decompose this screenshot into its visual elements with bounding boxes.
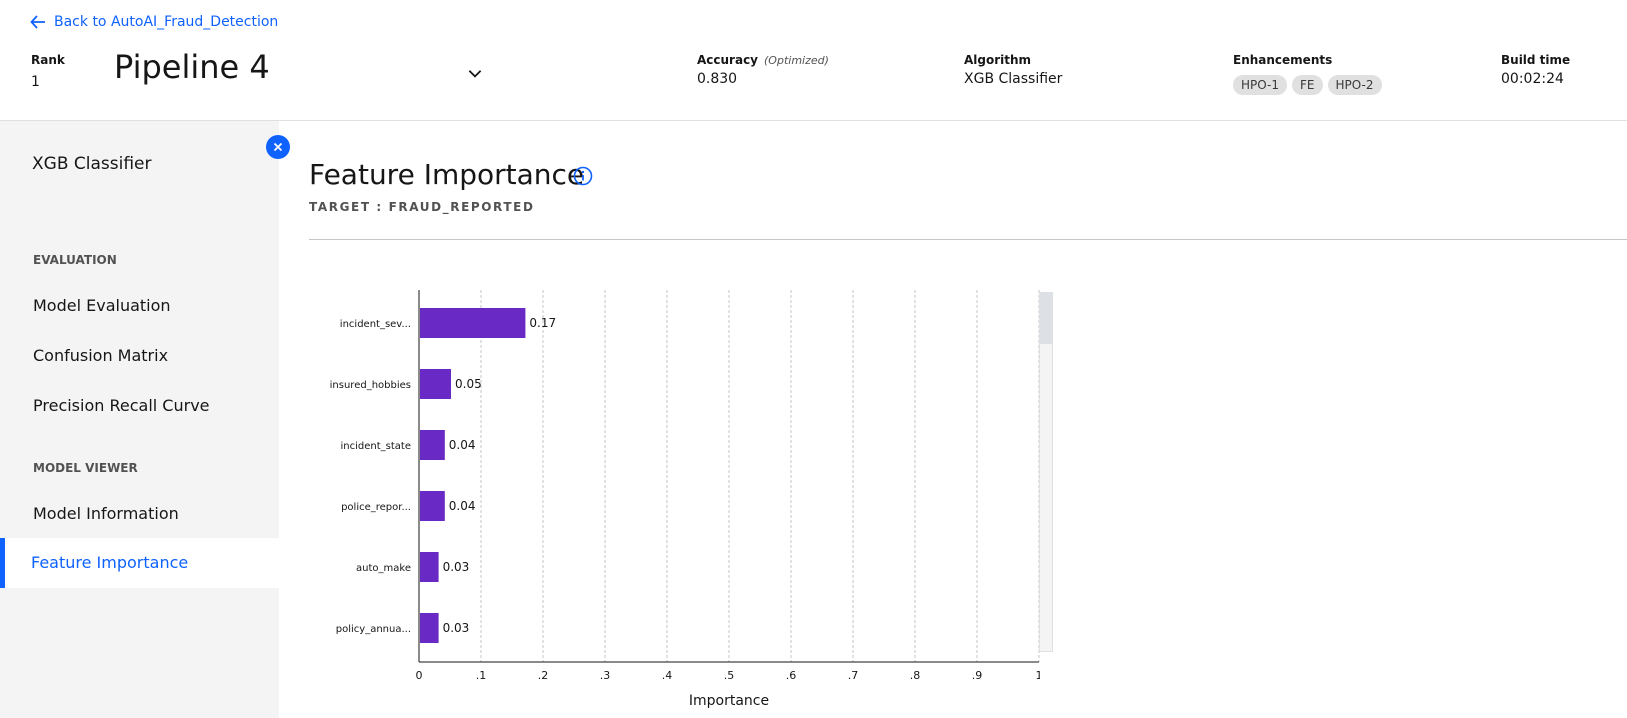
pipeline-name: Pipeline 4 [114, 48, 270, 86]
rank-value: 1 [31, 74, 40, 90]
chart-bar [420, 369, 451, 399]
info-icon[interactable] [573, 166, 593, 186]
chart-value-label: 0.17 [529, 316, 556, 330]
chart-value-label: 0.03 [443, 560, 470, 574]
chart-value-label: 0.05 [455, 377, 482, 391]
chart-category-label: incident_state [341, 441, 411, 452]
accuracy-label-text: Accuracy [697, 53, 759, 67]
chart-x-axis-title: Importance [689, 693, 769, 709]
accuracy-label: Accuracy (Optimized) [697, 53, 829, 67]
chart-x-tick-label: .6 [786, 669, 797, 682]
sidebar-item-precision-recall-curve[interactable]: Precision Recall Curve [33, 396, 210, 415]
close-icon [273, 142, 283, 152]
chart-value-label: 0.04 [449, 499, 476, 513]
chart-category-label: insured_hobbies [330, 380, 411, 391]
chart-category-label: policy_annua... [336, 624, 411, 635]
chart-bar [420, 552, 439, 582]
accuracy-optimized-note: (Optimized) [764, 54, 829, 67]
chevron-down-icon[interactable] [466, 64, 484, 82]
sidebar-item-feature-importance-label[interactable]: Feature Importance [31, 553, 188, 572]
sidebar-heading-evaluation: EVALUATION [33, 253, 117, 267]
rank-label: Rank [31, 53, 65, 67]
content-divider [309, 239, 1627, 240]
chart-x-tick-label: 1 [1036, 669, 1041, 682]
chart-bar [420, 613, 439, 643]
chart-x-tick-label: .2 [538, 669, 549, 682]
chart-scrollbar-thumb[interactable] [1039, 292, 1053, 344]
enhancement-tag: HPO-2 [1327, 75, 1382, 95]
sidebar [0, 121, 279, 718]
chart-x-tick-label: .1 [476, 669, 487, 682]
chart-x-tick-label: .9 [972, 669, 983, 682]
sidebar-title: XGB Classifier [32, 154, 152, 174]
chart-x-tick-label: 0 [416, 669, 423, 682]
algorithm-label: Algorithm [964, 53, 1032, 67]
build-time-value: 00:02:24 [1501, 71, 1564, 87]
back-link[interactable]: Back to AutoAI_Fraud_Detection [30, 10, 278, 34]
arrow-left-icon [30, 15, 45, 29]
enhancements-label: Enhancements [1233, 53, 1333, 67]
sidebar-item-confusion-matrix[interactable]: Confusion Matrix [33, 346, 168, 365]
chart-x-tick-label: .4 [662, 669, 673, 682]
enhancements-tags: HPO-1 FE HPO-2 [1233, 75, 1382, 95]
chart-x-tick-label: .7 [848, 669, 859, 682]
chart-x-tick-label: .8 [910, 669, 921, 682]
chart-bar [420, 308, 526, 338]
chart-x-tick-label: .3 [600, 669, 611, 682]
chart-category-label: police_repor... [341, 502, 411, 513]
chart-x-tick-label: .5 [724, 669, 735, 682]
sidebar-item-model-information[interactable]: Model Information [33, 504, 179, 523]
chart-value-label: 0.03 [443, 621, 470, 635]
sidebar-heading-model-viewer: MODEL VIEWER [33, 461, 138, 475]
chart-bar [420, 491, 445, 521]
close-sidebar-button[interactable] [266, 135, 290, 159]
chart-category-label: incident_sev... [340, 319, 411, 330]
accuracy-value: 0.830 [697, 71, 738, 87]
chart-value-label: 0.04 [449, 438, 476, 452]
chart-category-label: auto_make [356, 563, 411, 574]
active-indicator [0, 538, 5, 588]
feature-importance-chart: 0 .1 .2 .3 .4 .5 .6 .7 .8 .9 1 incident_sev... 0.17 i… [330, 290, 1041, 709]
back-link-label: Back to AutoAI_Fraud_Detection [54, 14, 279, 30]
page-title: Feature Importance [309, 158, 585, 191]
chart-scrollbar[interactable] [1039, 292, 1053, 652]
enhancement-tag: FE [1292, 75, 1323, 95]
build-time-label: Build time [1501, 53, 1571, 67]
sidebar-item-model-evaluation[interactable]: Model Evaluation [33, 296, 171, 315]
chart-bar [420, 430, 445, 460]
algorithm-value: XGB Classifier [964, 71, 1063, 87]
enhancement-tag: HPO-1 [1233, 75, 1288, 95]
target-label: TARGET : FRAUD_REPORTED [309, 200, 535, 214]
